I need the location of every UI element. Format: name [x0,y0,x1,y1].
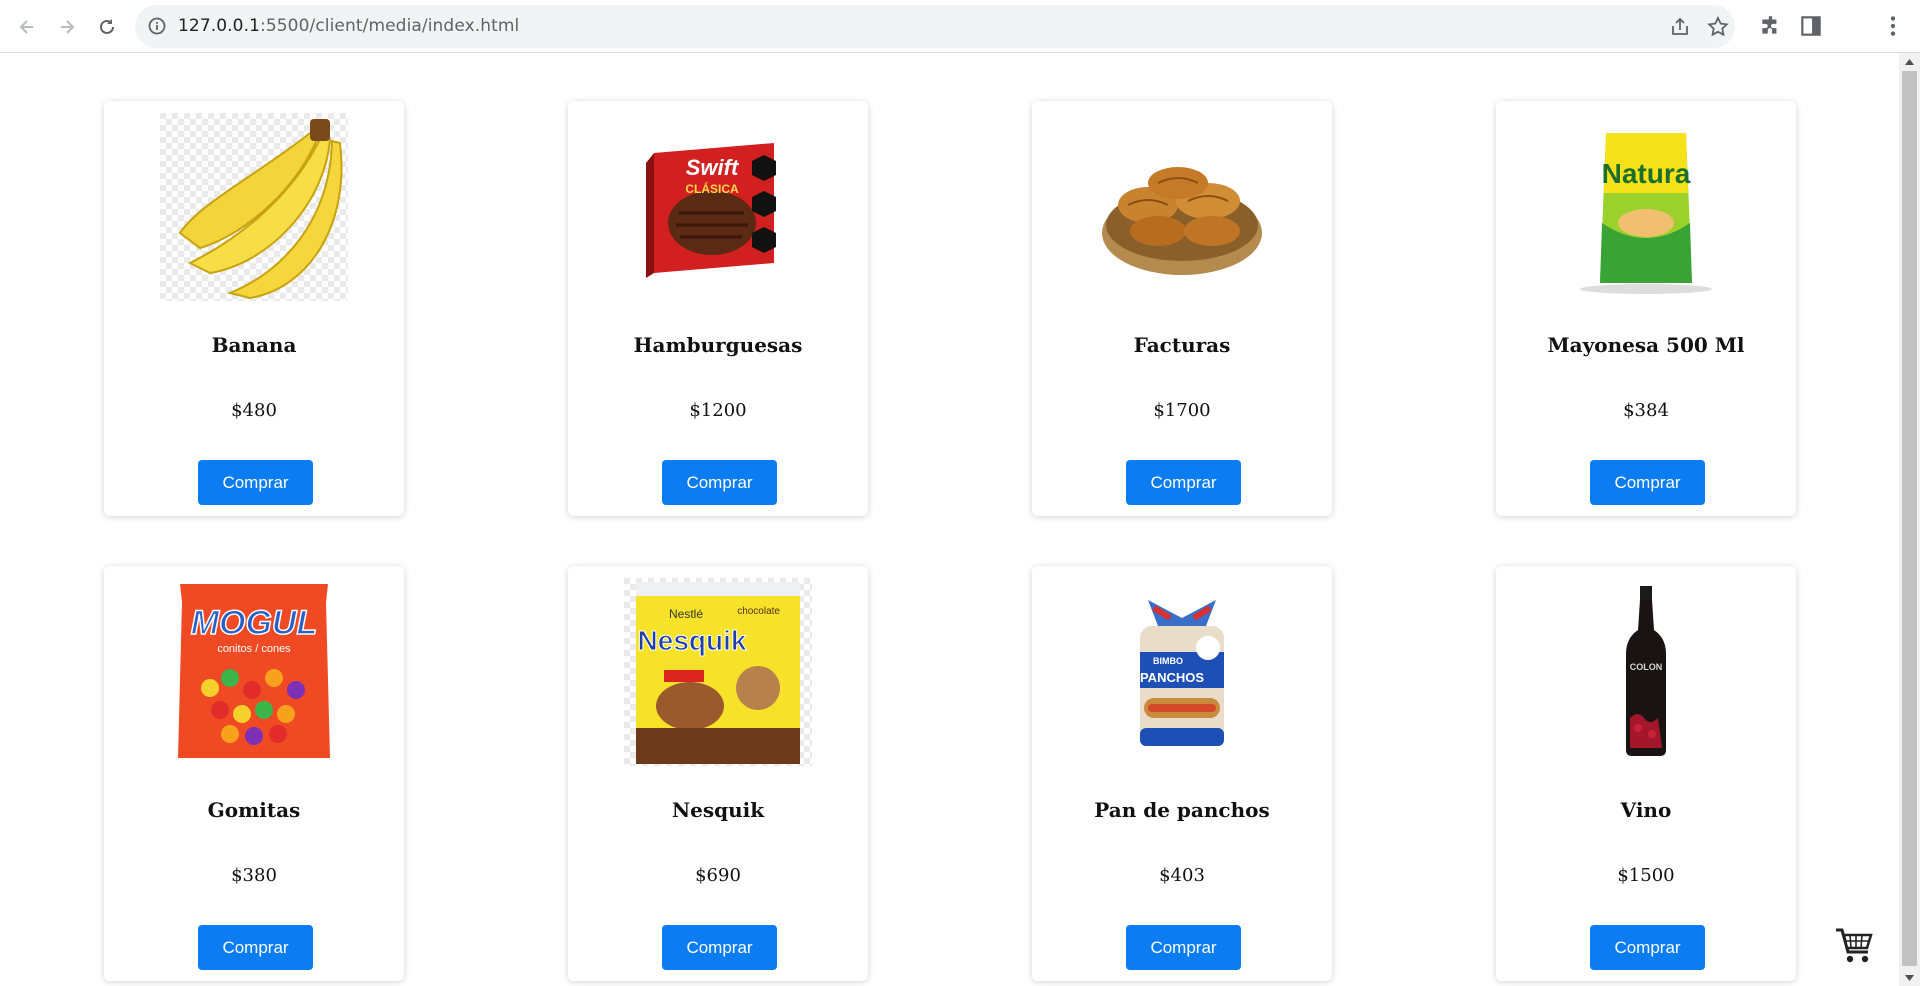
url-text[interactable]: 127.0.0.1:5500/client/media/index.html [178,16,519,36]
product-grid: Banana $480 Comprar Swift CLÁSICA Hambur… [104,101,1796,981]
variant-text: conitos / cones [217,643,291,655]
brand-text: Swift [686,155,740,180]
product-price: $1200 [689,400,747,421]
product-name: Vino [1620,798,1672,822]
product-card: MOGUL conitos / cones Gomitas $380 Compr… [104,566,404,981]
product-price: $480 [231,400,277,421]
product-card: BIMBO PANCHOS Pan de panchos $403 Compra… [1032,566,1332,981]
forward-arrow-icon [61,20,75,34]
product-name: Pan de panchos [1094,798,1270,822]
more-menu-icon[interactable] [1880,13,1906,39]
product-card: COLON Vino $1500 Comprar [1496,566,1796,981]
url-host: 127.0.0.1 [178,16,261,36]
buy-button[interactable]: Comprar [662,460,777,505]
product-image-pan-panchos: BIMBO PANCHOS [1088,578,1276,766]
scroll-up-arrow[interactable] [1899,53,1920,70]
scroll-down-arrow[interactable] [1899,969,1920,986]
product-name: Mayonesa 500 Ml [1547,333,1745,357]
vertical-scrollbar[interactable] [1899,53,1920,986]
product-price: $690 [695,865,741,886]
buy-button[interactable]: Comprar [1590,460,1705,505]
product-image-gomitas: MOGUL conitos / cones [160,578,348,766]
buy-button[interactable]: Comprar [198,925,313,970]
product-image-vino: COLON [1552,578,1740,766]
scroll-thumb[interactable] [1902,71,1917,966]
product-card: Banana $480 Comprar [104,101,404,516]
reload-icon [100,19,114,34]
product-price: $384 [1623,400,1669,421]
buy-button[interactable]: Comprar [198,460,313,505]
variant-text: PANCHOS [1140,670,1204,685]
url-path: :5500/client/media/index.html [260,16,520,36]
product-name: Gomitas [207,798,301,822]
brand-text: COLON [1630,662,1663,672]
product-name: Banana [211,333,297,357]
caret-up-icon [1905,58,1914,65]
maker-text: Nestlé [669,607,703,621]
buy-button[interactable]: Comprar [662,925,777,970]
product-card: Swift CLÁSICA Hamburguesas $1200 Comprar [568,101,868,516]
product-name: Facturas [1133,333,1231,357]
product-price: $1500 [1617,865,1675,886]
caret-down-icon [1905,974,1914,981]
back-button[interactable] [10,10,44,44]
flavor-text: chocolate [737,606,780,617]
product-image-nesquik: Nestlé Nesquik chocolate [624,578,812,766]
share-icon[interactable] [1668,15,1692,39]
product-price: $403 [1159,865,1205,886]
product-card: Natura Mayonesa 500 Ml $384 Comprar [1496,101,1796,516]
product-image-facturas [1088,113,1276,301]
product-image-hamburguesas: Swift CLÁSICA [624,113,812,301]
reload-button[interactable] [90,10,124,44]
address-bar[interactable]: 127.0.0.1:5500/client/media/index.html [135,5,1735,48]
product-image-mayonesa: Natura [1552,113,1740,301]
buy-button[interactable]: Comprar [1126,925,1241,970]
variant-text: CLÁSICA [685,181,739,196]
product-name: Hamburguesas [633,333,803,357]
product-price: $1700 [1153,400,1211,421]
brand-text: Nesquik [638,625,747,656]
shopping-cart-icon[interactable] [1834,926,1874,964]
forward-button[interactable] [50,10,84,44]
product-card: Nestlé Nesquik chocolate Nesquik $690 Co… [568,566,868,981]
site-info-icon[interactable] [147,16,167,36]
product-name: Nesquik [671,798,765,822]
back-arrow-icon [19,20,33,34]
browser-toolbar: 127.0.0.1:5500/client/media/index.html [0,0,1920,53]
product-image-banana [160,113,348,301]
bookmark-star-icon[interactable] [1706,15,1730,39]
page-viewport: Banana $480 Comprar Swift CLÁSICA Hambur… [0,54,1899,986]
buy-button[interactable]: Comprar [1126,460,1241,505]
buy-button[interactable]: Comprar [1590,925,1705,970]
product-price: $380 [231,865,277,886]
brand-text: MOGUL [191,604,318,642]
brand-text: Natura [1602,158,1691,189]
brand-text: BIMBO [1153,656,1183,666]
product-card: Facturas $1700 Comprar [1032,101,1332,516]
extensions-puzzle-icon[interactable] [1758,13,1784,39]
side-panel-icon[interactable] [1798,13,1824,39]
